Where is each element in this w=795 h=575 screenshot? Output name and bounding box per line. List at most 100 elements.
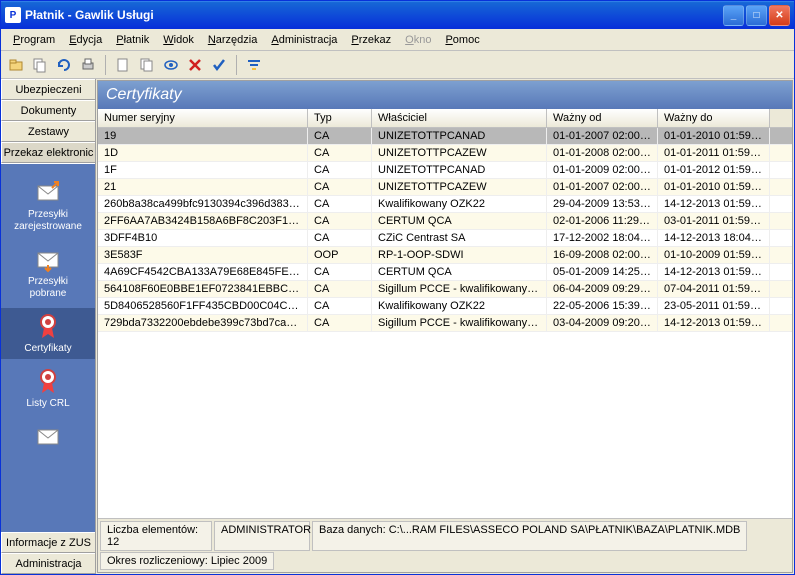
cell: 29-04-2009 13:53:21 <box>547 196 658 212</box>
cell: 01-01-2009 02:00:00 <box>547 162 658 178</box>
column-header-4[interactable]: Ważny do <box>658 109 770 127</box>
cell: 260b8a38ca499bfc9130394c396d38355... <box>98 196 308 212</box>
table-row[interactable]: 1FCAUNIZETOTTPCANAD01-01-2009 02:00:0001… <box>98 162 792 179</box>
cell: 07-04-2011 01:59:59 <box>658 281 770 297</box>
tool-docs-icon[interactable] <box>136 54 158 76</box>
table-row[interactable]: 260b8a38ca499bfc9130394c396d38355...CAKw… <box>98 196 792 213</box>
sidetab-bottom-0[interactable]: Informacje z ZUS <box>1 532 95 553</box>
side-icon-2[interactable]: Certyfikaty <box>1 308 95 359</box>
cell: 4A69CF4542CBA133A79E68E845FE1168... <box>98 264 308 280</box>
cell: Kwalifikowany OZK22 <box>372 196 547 212</box>
cell: Sigillum PCCE - kwalifikowany CA1 <box>372 281 547 297</box>
table-row[interactable]: 5D8406528560F1FF435CBD00C04C303...CAKwal… <box>98 298 792 315</box>
table-row[interactable]: 3E583FOOPRP-1-OOP-SDWI16-09-2008 02:00:0… <box>98 247 792 264</box>
toolbar-separator <box>236 55 237 75</box>
cell: CA <box>308 162 372 178</box>
column-header-3[interactable]: Ważny od <box>547 109 658 127</box>
cell: Kwalifikowany OZK22 <box>372 298 547 314</box>
table-row[interactable]: 4A69CF4542CBA133A79E68E845FE1168...CACER… <box>98 264 792 281</box>
menubar: ProgramEdycjaPłatnikWidokNarzędziaAdmini… <box>1 29 794 51</box>
column-header-0[interactable]: Numer seryjny <box>98 109 308 127</box>
cell: CA <box>308 145 372 161</box>
cell: CA <box>308 315 372 331</box>
sidetab-3[interactable]: Przekaz elektronic <box>1 142 95 163</box>
cell: 22-05-2006 15:39:07 <box>547 298 658 314</box>
tool-copy-icon[interactable] <box>29 54 51 76</box>
cell: 01-01-2010 01:59:59 <box>658 128 770 144</box>
titlebar: P Płatnik - Gawlik Usługi _ □ ✕ <box>1 1 794 29</box>
menu-administracja[interactable]: Administracja <box>265 32 343 48</box>
menu-przekaz[interactable]: Przekaz <box>345 32 397 48</box>
cell: 17-12-2002 18:04:51 <box>547 230 658 246</box>
cell: 5D8406528560F1FF435CBD00C04C303... <box>98 298 308 314</box>
maximize-button[interactable]: □ <box>746 5 767 26</box>
statusbar: Liczba elementów: 12ADMINISTRATORBaza da… <box>98 518 792 572</box>
cell: 2FF6AA7AB3424B158A6BF8C203F170C... <box>98 213 308 229</box>
tool-open-icon[interactable] <box>5 54 27 76</box>
toolbar-separator <box>105 55 106 75</box>
cell: 729bda7332200ebdebe399c73bd7ca22... <box>98 315 308 331</box>
certificates-grid[interactable]: Numer seryjnyTypWłaścicielWażny odWażny … <box>98 109 792 518</box>
menu-program[interactable]: Program <box>7 32 61 48</box>
cell: 23-05-2011 01:59:59 <box>658 298 770 314</box>
cell: CERTUM QCA <box>372 213 547 229</box>
tool-delete-icon[interactable] <box>184 54 206 76</box>
side-icon-3[interactable]: Listy CRL <box>1 363 95 414</box>
table-row[interactable]: 729bda7332200ebdebe399c73bd7ca22...CASig… <box>98 315 792 332</box>
sidetab-bottom-1[interactable]: Administracja <box>1 553 95 574</box>
tool-print-icon[interactable] <box>77 54 99 76</box>
menu-widok[interactable]: Widok <box>157 32 200 48</box>
cell: 03-04-2009 09:20:34 <box>547 315 658 331</box>
table-row[interactable]: 1DCAUNIZETOTTPCAZEW01-01-2008 02:00:0001… <box>98 145 792 162</box>
tool-filter-icon[interactable] <box>243 54 265 76</box>
app-icon: P <box>5 7 21 23</box>
cell: UNIZETOTTPCAZEW <box>372 179 547 195</box>
side-icon-label: Przesyłkipobrane <box>28 276 68 300</box>
tool-check-icon[interactable] <box>208 54 230 76</box>
status-cell: Okres rozliczeniowy: Lipiec 2009 <box>100 552 274 570</box>
menu-okno: Okno <box>399 32 437 48</box>
cell: CA <box>308 230 372 246</box>
table-row[interactable]: 19CAUNIZETOTTPCANAD01-01-2007 02:00:0001… <box>98 128 792 145</box>
cell: 06-04-2009 09:29:36 <box>547 281 658 297</box>
cell: 03-01-2011 01:59:59 <box>658 213 770 229</box>
minimize-button[interactable]: _ <box>723 5 744 26</box>
window-controls: _ □ ✕ <box>723 5 790 26</box>
tool-refresh-icon[interactable] <box>53 54 75 76</box>
cell: 564108F60E0BBE1EF0723841EBBC1D... <box>98 281 308 297</box>
menu-narzędzia[interactable]: Narzędzia <box>202 32 264 48</box>
cell: CA <box>308 196 372 212</box>
cell: 14-12-2013 01:59:59 <box>658 315 770 331</box>
table-row[interactable]: 564108F60E0BBE1EF0723841EBBC1D...CASigil… <box>98 281 792 298</box>
side-icon-0[interactable]: Przesyłkizarejestrowane <box>1 174 95 237</box>
menu-płatnik[interactable]: Płatnik <box>110 32 155 48</box>
table-row[interactable]: 2FF6AA7AB3424B158A6BF8C203F170C...CACERT… <box>98 213 792 230</box>
column-header-2[interactable]: Właściciel <box>372 109 547 127</box>
cell: 02-01-2006 11:29:18 <box>547 213 658 229</box>
toolbar <box>1 51 794 79</box>
table-row[interactable]: 21CAUNIZETOTTPCAZEW01-01-2007 02:00:0001… <box>98 179 792 196</box>
menu-pomoc[interactable]: Pomoc <box>439 32 485 48</box>
cell: CA <box>308 281 372 297</box>
status-cell: Baza danych: C:\...RAM FILES\ASSECO POLA… <box>312 521 747 551</box>
cell: CERTUM QCA <box>372 264 547 280</box>
cell: CA <box>308 264 372 280</box>
table-row[interactable]: 3DFF4B10CACZiC Centrast SA17-12-2002 18:… <box>98 230 792 247</box>
cell: RP-1-OOP-SDWI <box>372 247 547 263</box>
sidetab-2[interactable]: Zestawy <box>1 121 95 142</box>
app-window: P Płatnik - Gawlik Usługi _ □ ✕ ProgramE… <box>0 0 795 575</box>
sidetab-1[interactable]: Dokumenty <box>1 100 95 121</box>
column-header-1[interactable]: Typ <box>308 109 372 127</box>
tool-new-icon[interactable] <box>112 54 134 76</box>
sidetab-0[interactable]: Ubezpieczeni <box>1 79 95 100</box>
main-header: Certyfikaty <box>98 81 792 109</box>
cell: 14-12-2013 01:59:59 <box>658 196 770 212</box>
body: UbezpieczeniDokumentyZestawyPrzekaz elek… <box>1 79 794 574</box>
tool-view-icon[interactable] <box>160 54 182 76</box>
menu-edycja[interactable]: Edycja <box>63 32 108 48</box>
close-button[interactable]: ✕ <box>769 5 790 26</box>
cell: 01-01-2012 01:59:59 <box>658 162 770 178</box>
side-icon-4[interactable] <box>1 418 95 457</box>
cell: CA <box>308 213 372 229</box>
side-icon-1[interactable]: Przesyłkipobrane <box>1 241 95 304</box>
